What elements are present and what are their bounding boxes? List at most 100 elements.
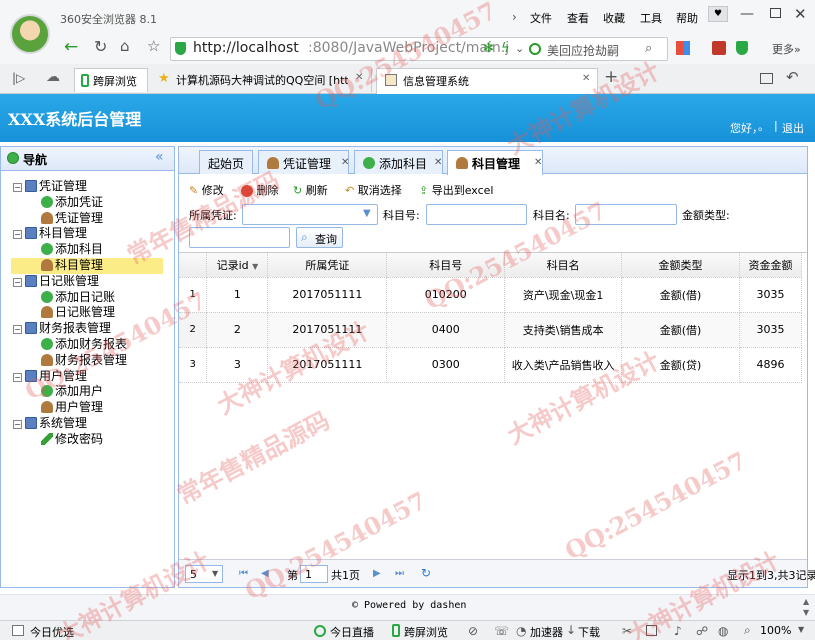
address-bar[interactable]: http://localhost :8080/JavaWebProject/ma… <box>170 37 668 61</box>
sidebar-group[interactable]: − 系统管理 <box>1 416 174 432</box>
minimize-icon[interactable]: — <box>740 6 754 22</box>
close-tab-icon[interactable]: ✕ <box>341 157 349 168</box>
sidebar-group[interactable]: − 财务报表管理 <box>1 321 174 337</box>
menu-tools[interactable]: 工具 <box>640 10 662 26</box>
sidebar-toggle-icon[interactable]: |▷ <box>12 71 25 85</box>
table-row[interactable]: 2 2 2017051111 0400 支持类\销售成本 金额(借) 3035 <box>179 312 803 348</box>
scroll-arrow-icon[interactable]: ▲ <box>803 597 809 606</box>
sidebar-item[interactable]: 科目管理 <box>11 257 163 274</box>
sidebar-item[interactable]: 用户管理 <box>1 400 174 416</box>
cancel-selection-button[interactable]: ↶ 取消选择 <box>345 182 402 198</box>
home-icon[interactable]: ⌂ <box>120 37 130 55</box>
page-size-select[interactable]: 5 ▼ <box>185 565 223 583</box>
collapse-toggle-icon[interactable]: − <box>13 419 22 429</box>
close-tab-icon[interactable]: ✕ <box>582 73 590 84</box>
grid-header-voucher[interactable]: 所属凭证 <box>267 253 388 278</box>
page-number-input[interactable]: 1 <box>300 565 328 583</box>
tab-voucher-management[interactable]: 凭证管理 ✕ <box>258 150 349 174</box>
grid-header-amount[interactable]: 资金金额 <box>739 253 803 278</box>
cut-icon[interactable]: ✂ <box>622 624 632 638</box>
sidebar-group[interactable]: − 用户管理 <box>1 369 174 385</box>
prev-page-icon[interactable]: ◀ <box>261 568 269 579</box>
subject-name-input[interactable] <box>575 204 677 225</box>
tab-subject-management[interactable]: 科目管理 ✕ <box>447 150 543 175</box>
sidebar-group[interactable]: − 日记账管理 <box>1 274 174 290</box>
new-tab-button[interactable]: + <box>604 67 618 87</box>
sidebar-item[interactable]: 添加科目 <box>1 242 174 258</box>
circle-icon[interactable]: ⊘ <box>468 624 478 638</box>
browser-tab-qq-space[interactable]: ★ 计算机源码大神调试的QQ空间 [http: ✕ <box>150 68 372 92</box>
safety-shield-icon[interactable] <box>736 41 748 55</box>
maximize-icon[interactable] <box>770 8 781 18</box>
scroll-arrow-icon[interactable]: ▼ <box>803 608 809 617</box>
status-item-accelerator[interactable]: 加速器 <box>530 624 563 640</box>
menu-arrow-icon[interactable]: › <box>512 10 517 24</box>
collapse-toggle-icon[interactable]: − <box>13 325 22 335</box>
sidebar-item[interactable]: 日记账管理 <box>1 305 174 321</box>
collapse-toggle-icon[interactable]: − <box>13 183 22 192</box>
globe-icon[interactable]: ◍ <box>718 624 728 638</box>
close-tab-icon[interactable]: ✕ <box>534 157 542 168</box>
pager-refresh-icon[interactable]: ↻ <box>421 566 431 580</box>
export-excel-button[interactable]: ⇪ 导出到excel <box>419 182 493 198</box>
network-icon[interactable]: ☍ <box>696 624 708 638</box>
search-box-text[interactable]: 美回应抢劫嗣 <box>547 42 619 59</box>
menu-favorites[interactable]: 收藏 <box>603 10 625 26</box>
sound-icon[interactable]: ♪ <box>674 624 682 638</box>
close-window-icon[interactable]: ✕ <box>794 5 807 23</box>
sidebar-item[interactable]: 凭证管理 <box>1 211 174 227</box>
grid-header-id[interactable]: 记录id ▼ <box>206 253 269 278</box>
voucher-select[interactable]: ▼ <box>242 204 378 225</box>
menu-help[interactable]: 帮助 <box>676 10 698 26</box>
reload-icon[interactable]: ↻ <box>94 37 107 56</box>
grid-header-subject-name[interactable]: 科目名 <box>504 253 623 278</box>
tab-add-subject[interactable]: 添加科目 ✕ <box>354 150 443 174</box>
apps-grid-icon[interactable] <box>676 41 690 55</box>
favorite-star-icon[interactable]: ☆ <box>147 37 160 55</box>
delete-button[interactable]: 删除 <box>241 182 279 198</box>
close-tab-icon[interactable]: ✕ <box>355 72 363 83</box>
grid-icon[interactable] <box>646 625 657 636</box>
chat-icon[interactable]: ☏ <box>494 624 509 638</box>
back-icon[interactable]: ← <box>64 37 78 57</box>
collapse-toggle-icon[interactable]: − <box>13 230 22 240</box>
sidebar-item[interactable]: 添加用户 <box>1 384 174 400</box>
refresh-button[interactable]: ↻ 刷新 <box>293 182 328 198</box>
sidebar-item[interactable]: 添加日记账 <box>1 290 174 306</box>
browser-avatar[interactable] <box>10 14 50 54</box>
tab-start-page[interactable]: 起始页 <box>199 150 253 174</box>
collapse-toggle-icon[interactable]: − <box>13 277 22 287</box>
skin-icon[interactable]: ♥ <box>708 6 728 22</box>
table-row[interactable]: 1 1 2017051111 010200 资产\现金\现金1 金额(借) 30… <box>179 277 803 313</box>
collapse-sidebar-button[interactable]: « <box>155 149 164 165</box>
first-page-icon[interactable]: ⏮ <box>239 568 248 579</box>
zoom-icon[interactable]: ⌕ <box>744 623 751 638</box>
refresh-green-icon[interactable]: ✻ <box>483 41 494 56</box>
amount-type-input[interactable] <box>189 227 290 248</box>
menu-view[interactable]: 查看 <box>567 10 589 26</box>
query-button[interactable]: ⌕ 查询 <box>296 227 343 248</box>
edit-button[interactable]: ✎ 修改 <box>189 182 224 198</box>
menu-file[interactable]: 文件 <box>530 10 552 26</box>
close-tab-icon[interactable]: ✕ <box>434 157 442 168</box>
status-item-cross-screen[interactable]: 跨屏浏览 <box>404 624 448 640</box>
browser-tab-info-system[interactable]: 信息管理系统 ✕ <box>376 68 598 94</box>
logout-link[interactable]: 退出 <box>782 120 804 136</box>
undo-close-icon[interactable]: ↶ <box>786 68 799 86</box>
last-page-icon[interactable]: ⏭ <box>395 568 404 579</box>
sidebar-item[interactable]: 财务报表管理 <box>1 353 174 369</box>
more-menu[interactable]: 更多» <box>772 41 801 57</box>
subject-no-input[interactable] <box>426 204 527 225</box>
status-item-live[interactable]: 今日直播 <box>330 624 374 640</box>
sidebar-item[interactable]: 添加财务报表 <box>1 337 174 353</box>
zoom-level[interactable]: 100% <box>760 624 791 637</box>
sidebar-item[interactable]: 修改密码 <box>1 432 174 448</box>
chevron-down-icon[interactable]: ▼ <box>798 625 804 634</box>
sidebar-group[interactable]: − 凭证管理 <box>1 179 174 195</box>
next-page-icon[interactable]: ▶ <box>373 568 381 579</box>
grid-header-subject-no[interactable]: 科目号 <box>386 253 506 278</box>
daily-picks[interactable]: 今日优选 <box>30 624 74 640</box>
table-row[interactable]: 3 3 2017051111 0300 收入类\产品销售收入 金额(贷) 489… <box>179 347 803 383</box>
restore-tabs-icon[interactable] <box>760 73 773 84</box>
search-icon[interactable]: ⌕ <box>645 41 652 56</box>
